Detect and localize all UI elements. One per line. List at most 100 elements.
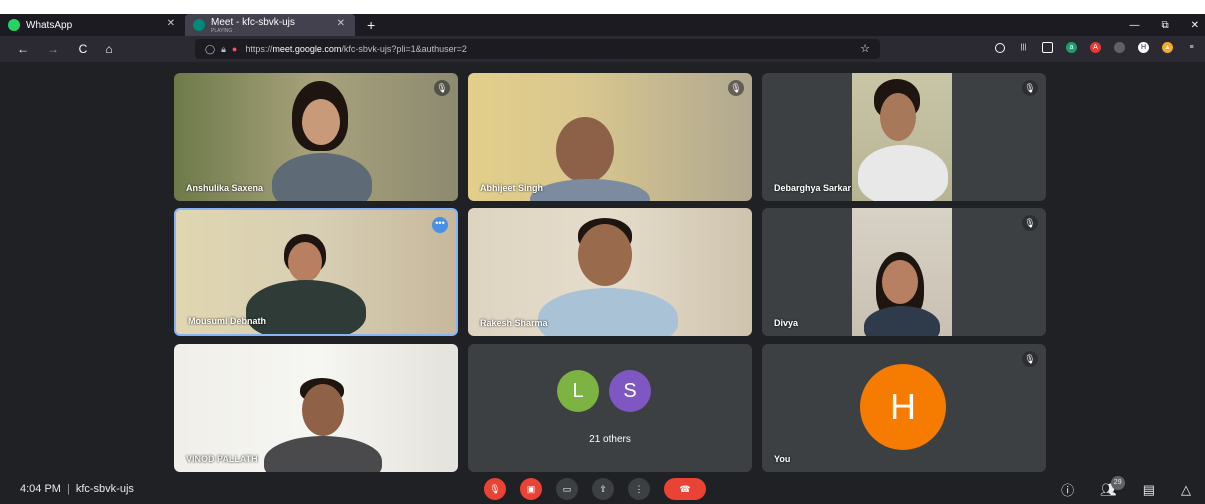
meeting-time: 4:04 PM bbox=[20, 483, 61, 495]
whatsapp-icon bbox=[8, 19, 20, 31]
self-tile[interactable]: H 🎙︎ You bbox=[762, 344, 1046, 472]
participant-grid: 🎙︎ Anshulika Saxena 🎙︎ Abhijeet Singh 🎙︎… bbox=[0, 62, 1205, 474]
participant-name: VINOD PALLATH bbox=[186, 454, 258, 464]
participant-name: Anshulika Saxena bbox=[186, 183, 264, 193]
close-tab-icon[interactable]: ✕ bbox=[337, 18, 345, 29]
restore-button[interactable]: ⧉ bbox=[1161, 20, 1168, 31]
more-vert-icon: ⋮ bbox=[634, 484, 644, 494]
pocket-icon[interactable] bbox=[995, 42, 1005, 53]
library-icon[interactable]: ||| bbox=[1018, 42, 1029, 53]
meet-bottom-bar: 4:04 PM | kfc-sbvk-ujs 🎙︎ ▣ ▭ ⇧ ⋮ ☎︎ ⓘ 👥︎ 2… bbox=[0, 474, 1205, 504]
participant-face bbox=[880, 93, 916, 141]
mic-off-icon: 🎙︎ bbox=[489, 484, 501, 494]
more-options-icon[interactable]: ••• bbox=[432, 217, 448, 233]
mic-toggle-button[interactable]: 🎙︎ bbox=[484, 478, 506, 500]
grammarly-icon[interactable]: a bbox=[1066, 42, 1077, 53]
window-controls: — ⧉ ✕ bbox=[1129, 14, 1199, 36]
extension-icon[interactable] bbox=[1114, 42, 1125, 53]
browser-nav-bar: ← → C ⌂ ◯ 🔒︎ ● https://meet.google.com/k… bbox=[0, 36, 1205, 62]
url-prefix: https:// bbox=[245, 44, 273, 54]
participant-tile[interactable]: 🎙︎ Debarghya Sarkar bbox=[762, 73, 1046, 201]
participant-face bbox=[302, 384, 344, 436]
people-button[interactable]: 👥︎ 29 bbox=[1100, 475, 1125, 498]
participant-video bbox=[852, 208, 952, 336]
avatar-letter: S bbox=[623, 380, 637, 402]
home-button[interactable]: ⌂ bbox=[98, 42, 120, 56]
participant-face bbox=[302, 99, 340, 145]
present-button[interactable]: ⇧ bbox=[592, 478, 614, 500]
tab-meet[interactable]: Meet - kfc-sbvk-ujs PLAYING ✕ bbox=[185, 14, 355, 36]
chat-icon[interactable]: ▤ bbox=[1143, 482, 1155, 498]
participant-tile-active[interactable]: ••• Mousumi Debnath bbox=[174, 208, 458, 336]
others-count-label: 21 others bbox=[589, 434, 631, 445]
mic-off-icon: 🎙︎ bbox=[1022, 80, 1038, 96]
new-tab-button[interactable]: + bbox=[355, 17, 387, 33]
participant-name: Abhijeet Singh bbox=[480, 183, 543, 193]
mic-permission-icon: ● bbox=[231, 44, 238, 54]
participant-tile[interactable]: VINOD PALLATH bbox=[174, 344, 458, 472]
participant-body bbox=[858, 145, 948, 201]
menu-icon[interactable]: ≡ bbox=[1186, 42, 1197, 53]
adblock-icon[interactable]: A bbox=[1090, 42, 1101, 53]
url-domain: meet.google.com bbox=[272, 44, 342, 54]
participant-tile[interactable]: Rakesh Sharma bbox=[468, 208, 752, 336]
mic-off-icon: 🎙︎ bbox=[1022, 351, 1038, 367]
info-icon[interactable]: ⓘ bbox=[1061, 480, 1074, 499]
avatar-s: S bbox=[609, 370, 651, 412]
participant-body bbox=[538, 288, 678, 336]
participant-face bbox=[288, 242, 322, 282]
people-count-badge: 29 bbox=[1110, 475, 1125, 490]
side-controls: ⓘ 👥︎ 29 ▤ △ bbox=[1061, 475, 1191, 499]
back-button[interactable]: ← bbox=[12, 42, 34, 56]
meeting-code: kfc-sbvk-ujs bbox=[75, 483, 134, 495]
participant-name: Divya bbox=[774, 318, 799, 328]
activities-icon[interactable]: △ bbox=[1181, 482, 1191, 498]
participant-face bbox=[556, 117, 614, 183]
participant-name: Rakesh Sharma bbox=[480, 318, 548, 328]
triangle-extension-icon[interactable]: ▲ bbox=[1162, 42, 1173, 53]
reload-button[interactable]: C bbox=[72, 42, 94, 56]
camera-toggle-button[interactable]: ▣ bbox=[520, 478, 542, 500]
close-tab-icon[interactable]: ✕ bbox=[167, 18, 175, 29]
browser-tab-bar: WhatsApp ✕ Meet - kfc-sbvk-ujs PLAYING ✕… bbox=[0, 14, 1205, 36]
avatar-letter: L bbox=[572, 380, 584, 402]
participant-name: You bbox=[774, 454, 791, 464]
profile-icon[interactable]: H bbox=[1138, 42, 1149, 53]
tab-subtitle: PLAYING bbox=[211, 27, 233, 34]
camera-off-icon: ▣ bbox=[526, 484, 536, 494]
participant-body bbox=[272, 153, 372, 201]
participant-name: Debarghya Sarkar bbox=[774, 183, 852, 193]
meeting-info: 4:04 PM | kfc-sbvk-ujs bbox=[20, 483, 134, 495]
mic-off-icon: 🎙︎ bbox=[728, 80, 744, 96]
participant-face bbox=[578, 224, 632, 286]
extensions-toolbar: ||| a A H ▲ ≡ bbox=[995, 42, 1197, 53]
avatar-h: H bbox=[860, 364, 946, 450]
end-call-button[interactable]: ☎︎ bbox=[664, 478, 706, 500]
mic-off-icon: 🎙︎ bbox=[1022, 215, 1038, 231]
meet-icon bbox=[193, 19, 205, 31]
url-text: https://meet.google.com/kfc-sbvk-ujs?pli… bbox=[245, 44, 467, 54]
participant-video bbox=[852, 73, 952, 201]
bookmark-star-icon[interactable]: ☆ bbox=[860, 42, 870, 55]
participant-tile[interactable]: 🎙︎ Abhijeet Singh bbox=[468, 73, 752, 201]
forward-button[interactable]: → bbox=[42, 42, 64, 56]
more-options-button[interactable]: ⋮ bbox=[628, 478, 650, 500]
captions-button[interactable]: ▭ bbox=[556, 478, 578, 500]
tab-title-group: Meet - kfc-sbvk-ujs PLAYING bbox=[211, 17, 295, 34]
close-window-button[interactable]: ✕ bbox=[1191, 20, 1199, 31]
others-tile[interactable]: L S 21 others bbox=[468, 344, 752, 472]
meeting-separator: | bbox=[66, 483, 70, 495]
participant-body bbox=[264, 436, 382, 472]
minimize-button[interactable]: — bbox=[1129, 20, 1139, 31]
shield-icon: ◯ bbox=[205, 43, 216, 54]
participant-tile[interactable]: 🎙︎ Anshulika Saxena bbox=[174, 73, 458, 201]
participant-body bbox=[864, 306, 940, 336]
participant-face bbox=[882, 260, 918, 304]
tab-whatsapp[interactable]: WhatsApp ✕ bbox=[0, 14, 185, 36]
participant-body bbox=[246, 280, 366, 334]
participant-tile[interactable]: 🎙︎ Divya bbox=[762, 208, 1046, 336]
captions-icon: ▭ bbox=[562, 484, 572, 494]
avatar-letter: H bbox=[890, 386, 916, 427]
address-bar[interactable]: ◯ 🔒︎ ● https://meet.google.com/kfc-sbvk-… bbox=[195, 39, 880, 59]
sidebar-icon[interactable] bbox=[1042, 42, 1053, 53]
